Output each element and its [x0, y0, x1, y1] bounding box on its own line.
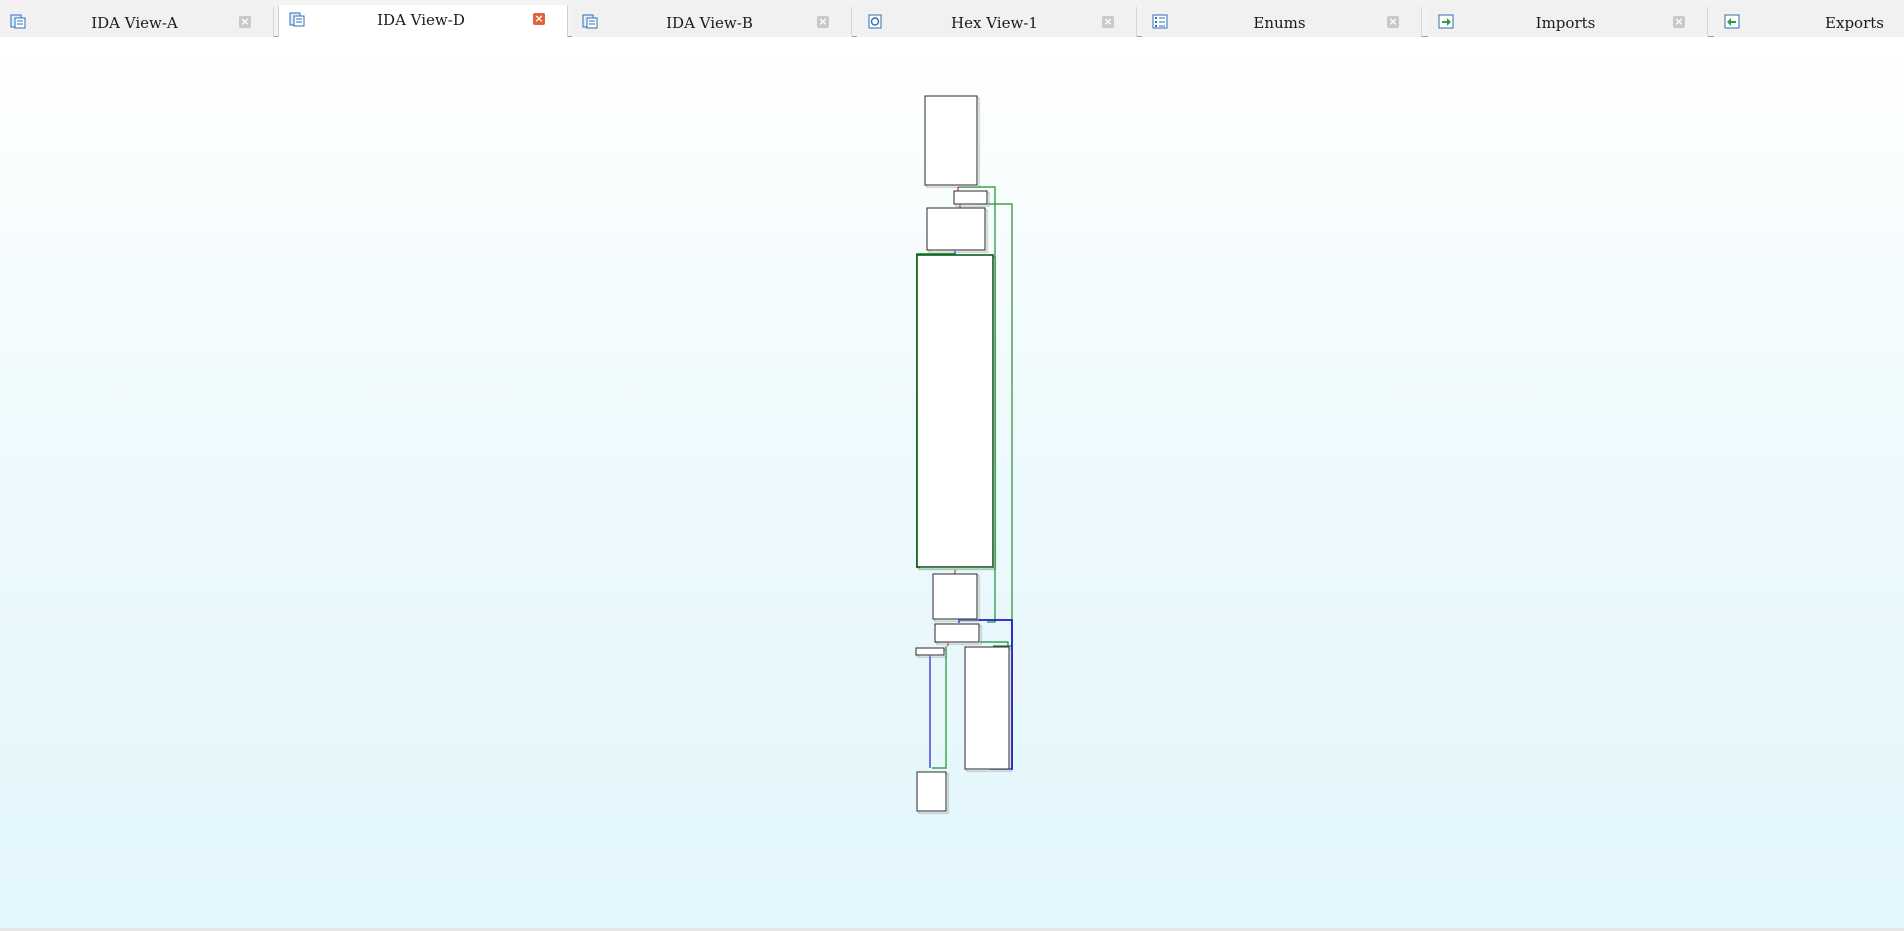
- tab-enums[interactable]: Enums ×: [1142, 7, 1422, 37]
- graph-node[interactable]: [934, 623, 980, 643]
- tab-label: Enums: [1253, 14, 1306, 32]
- tab-imports[interactable]: Imports ×: [1428, 7, 1708, 37]
- enums-icon: [1152, 14, 1168, 29]
- imports-icon: [1438, 14, 1454, 29]
- edge-false: [935, 641, 949, 646]
- tab-label: Exports: [1825, 14, 1884, 32]
- disassembly-view-icon: [289, 12, 305, 27]
- tab-ida-view-a[interactable]: IDA View-A ×: [0, 7, 274, 37]
- graph-node[interactable]: [964, 646, 1010, 770]
- graph-node[interactable]: [916, 771, 947, 812]
- disassembly-view-icon: [582, 14, 598, 29]
- close-icon[interactable]: ×: [817, 16, 829, 28]
- graph-node[interactable]: [953, 190, 988, 205]
- tab-hex-view-1[interactable]: Hex View-1 ×: [857, 7, 1137, 37]
- graph-node[interactable]: [924, 95, 978, 186]
- tab-label: IDA View-D: [377, 11, 465, 29]
- tab-label: Imports: [1535, 14, 1596, 32]
- disassembly-view-icon: [10, 14, 26, 29]
- graph-node[interactable]: [915, 647, 945, 656]
- tab-label: Hex View-1: [951, 14, 1038, 32]
- tab-bar: IDA View-A × IDA View-D × IDA View-B × H…: [0, 0, 1904, 38]
- tab-label: IDA View-B: [666, 14, 753, 32]
- tab-label: IDA View-A: [91, 14, 178, 32]
- graph-node[interactable]: [932, 573, 978, 620]
- hex-view-icon: [868, 14, 882, 29]
- close-icon[interactable]: ×: [1673, 16, 1685, 28]
- graph-view-canvas[interactable]: [0, 37, 1904, 930]
- edge-true: [932, 646, 947, 769]
- close-icon[interactable]: ×: [1102, 16, 1114, 28]
- graph-node[interactable]: [916, 254, 994, 568]
- control-flow-graph[interactable]: [0, 37, 1904, 930]
- close-icon[interactable]: ×: [533, 13, 545, 25]
- close-icon[interactable]: ×: [239, 16, 251, 28]
- close-icon[interactable]: ×: [1387, 16, 1399, 28]
- tab-ida-view-b[interactable]: IDA View-B ×: [572, 7, 852, 37]
- graph-node[interactable]: [926, 207, 986, 251]
- tab-exports[interactable]: Exports: [1714, 7, 1904, 37]
- tab-ida-view-d[interactable]: IDA View-D ×: [278, 5, 568, 38]
